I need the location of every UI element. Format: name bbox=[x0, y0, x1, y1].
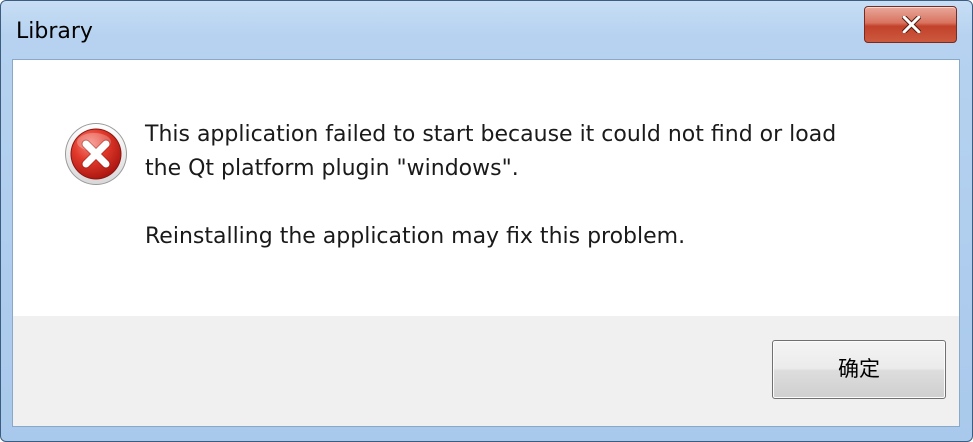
message-line: the Qt platform plugin "windows". bbox=[145, 156, 519, 181]
ok-button[interactable]: 确定 bbox=[772, 340, 946, 399]
message-hint: Reinstalling the application may fix thi… bbox=[145, 224, 686, 249]
window-title: Library bbox=[16, 19, 93, 44]
message-spacer bbox=[145, 186, 925, 220]
dialog-window: Library This application failed to start… bbox=[0, 0, 973, 442]
close-button[interactable] bbox=[864, 6, 957, 43]
button-bar: 确定 bbox=[13, 316, 959, 426]
error-message: This application failed to start because… bbox=[145, 118, 925, 254]
title-bar[interactable]: Library bbox=[1, 1, 972, 59]
error-icon bbox=[65, 123, 127, 185]
close-icon bbox=[902, 16, 921, 33]
dialog-body: This application failed to start because… bbox=[12, 59, 960, 427]
message-line: This application failed to start because… bbox=[145, 122, 837, 147]
message-area: This application failed to start because… bbox=[13, 60, 959, 316]
